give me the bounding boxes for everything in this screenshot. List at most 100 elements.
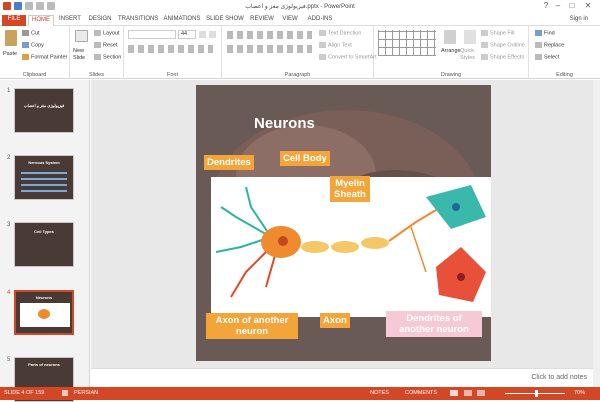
text-direction-icon bbox=[319, 30, 326, 36]
slide-thumbnail-1[interactable]: فيزيولوژی مغز و اعصاب bbox=[14, 88, 74, 133]
section-button[interactable]: Section bbox=[94, 54, 121, 60]
convert-smartart-button[interactable]: Convert to SmartArt bbox=[319, 54, 377, 60]
reset-icon bbox=[94, 42, 101, 48]
tab-file[interactable]: FILE bbox=[2, 15, 26, 26]
shape-fill-button[interactable]: Shape Fill bbox=[481, 30, 514, 36]
status-bar: SLIDE 4 OF 159 PERSIAN NOTES COMMENTS 70… bbox=[0, 387, 600, 400]
comments-toggle[interactable]: COMMENTS bbox=[405, 390, 437, 396]
paragraph-group: Text Direction Align Text Convert to Sma… bbox=[222, 26, 377, 79]
zoom-thumb[interactable] bbox=[535, 390, 538, 397]
notes-placeholder: Click to add notes bbox=[531, 374, 587, 381]
quick-styles-button[interactable]: Quick Styles bbox=[460, 48, 480, 62]
redo-icon[interactable] bbox=[36, 2, 44, 10]
undo-icon[interactable] bbox=[25, 2, 33, 10]
paste-button[interactable]: Paste bbox=[3, 51, 17, 57]
increase-font-icon[interactable] bbox=[199, 31, 206, 38]
spelling-icon[interactable] bbox=[62, 390, 68, 396]
current-slide[interactable]: Neurons Dendrites Cell Body Myelin Sheat… bbox=[196, 85, 491, 361]
paste-icon[interactable] bbox=[5, 30, 17, 46]
tab-insert[interactable]: INSERT bbox=[58, 15, 82, 26]
cut-button[interactable]: Cut bbox=[22, 30, 40, 36]
arrange-icon[interactable] bbox=[444, 30, 456, 44]
decrease-font-icon[interactable] bbox=[209, 31, 216, 38]
label-axon-another-neuron[interactable]: Axon of another neuron bbox=[206, 313, 298, 339]
align-buttons[interactable] bbox=[227, 45, 312, 53]
new-slide-icon[interactable] bbox=[75, 30, 88, 42]
slide-thumbnail-2[interactable]: Nervous System bbox=[14, 155, 74, 200]
replace-button[interactable]: Replace bbox=[535, 42, 564, 48]
brush-icon bbox=[22, 54, 29, 60]
select-label: Select bbox=[544, 54, 560, 61]
thumb-neuron bbox=[38, 309, 50, 319]
font-group: 44 Font bbox=[124, 26, 222, 79]
thumb-number: 1 bbox=[7, 88, 11, 94]
font-name-box[interactable] bbox=[128, 30, 176, 39]
sign-in-link[interactable]: Sign in bbox=[570, 16, 588, 22]
copy-button[interactable]: Copy bbox=[22, 42, 44, 48]
slides-group: New Slide Layout Reset Section Slides bbox=[70, 26, 124, 79]
start-slideshow-icon[interactable] bbox=[47, 2, 55, 10]
slide-thumbnail-3[interactable]: Cell Types bbox=[14, 222, 74, 267]
thumb-number: 5 bbox=[7, 357, 11, 363]
format-painter-button[interactable]: Format Painter bbox=[22, 54, 67, 60]
arrange-button[interactable]: Arrange bbox=[441, 48, 461, 54]
replace-icon bbox=[535, 42, 542, 48]
layout-button[interactable]: Layout bbox=[94, 30, 120, 36]
label-cell-body[interactable]: Cell Body bbox=[280, 151, 330, 166]
tab-transitions[interactable]: TRANSITIONS bbox=[118, 15, 158, 26]
label-dendrites-another-neuron[interactable]: Dendrites of another neuron bbox=[386, 311, 482, 337]
maximize-button[interactable]: □ bbox=[566, 1, 578, 11]
notes-pane[interactable]: Click to add notes bbox=[91, 368, 593, 387]
slide-thumbnail-4[interactable]: Neurons bbox=[14, 290, 74, 335]
quick-styles-icon[interactable] bbox=[464, 30, 476, 44]
copy-label: Copy bbox=[31, 42, 44, 49]
clipboard-group: Paste Cut Copy Format Painter Clipboard bbox=[0, 26, 70, 79]
notes-toggle[interactable]: NOTES bbox=[370, 390, 389, 396]
slide-sorter-icon[interactable] bbox=[463, 390, 472, 396]
tab-design[interactable]: DESIGN bbox=[86, 15, 114, 26]
section-label: Section bbox=[103, 54, 122, 61]
font-format-buttons[interactable] bbox=[128, 45, 213, 53]
normal-view-icon[interactable] bbox=[450, 390, 458, 396]
tab-view[interactable]: VIEW bbox=[279, 15, 301, 26]
section-icon bbox=[94, 54, 101, 60]
label-axon[interactable]: Axon bbox=[320, 313, 350, 328]
label-myelin-sheath[interactable]: Myelin Sheath bbox=[330, 176, 370, 202]
label-dendrites[interactable]: Dendrites bbox=[204, 155, 254, 170]
clipboard-label: Clipboard bbox=[22, 72, 47, 78]
minimize-button[interactable]: – bbox=[552, 1, 564, 11]
vertical-scrollbar[interactable] bbox=[593, 80, 600, 387]
thumb-content bbox=[21, 168, 67, 192]
align-text-icon bbox=[319, 42, 326, 48]
reading-view-icon[interactable] bbox=[477, 390, 486, 396]
reset-button[interactable]: Reset bbox=[94, 42, 117, 48]
tab-review[interactable]: REVIEW bbox=[248, 15, 276, 26]
help-icon[interactable]: ? bbox=[540, 1, 552, 11]
window-title: فيزيولوژی مغز و اعصاب.pptx - PowerPoint bbox=[245, 4, 355, 10]
save-icon[interactable] bbox=[14, 2, 22, 10]
text-direction-button[interactable]: Text Direction bbox=[319, 30, 361, 36]
tab-home[interactable]: HOME bbox=[28, 15, 54, 26]
tab-add-ins[interactable]: ADD-INS bbox=[305, 15, 335, 26]
ribbon-tabs: FILE HOME INSERT DESIGN TRANSITIONS ANIM… bbox=[0, 13, 600, 26]
tab-slide-show[interactable]: SLIDE SHOW bbox=[206, 15, 244, 26]
zoom-level[interactable]: 70% bbox=[574, 390, 585, 396]
font-size-box[interactable]: 44 bbox=[178, 30, 196, 39]
new-slide-button[interactable]: New Slide bbox=[73, 48, 91, 62]
drawing-label: Drawing bbox=[440, 72, 462, 78]
select-button[interactable]: Select bbox=[535, 54, 559, 60]
slide-title[interactable]: Neurons bbox=[254, 115, 315, 132]
language-indicator[interactable]: PERSIAN bbox=[74, 390, 98, 396]
list-buttons[interactable] bbox=[227, 31, 312, 39]
view-buttons[interactable] bbox=[450, 390, 500, 396]
shape-outline-button[interactable]: Shape Outline bbox=[481, 42, 525, 48]
text-direction-label: Text Direction bbox=[328, 30, 362, 37]
shape-effects-button[interactable]: Shape Effects bbox=[481, 54, 524, 60]
reset-label: Reset bbox=[103, 42, 118, 49]
ribbon: Paste Cut Copy Format Painter Clipboard … bbox=[0, 26, 600, 79]
shapes-gallery[interactable] bbox=[378, 30, 436, 56]
tab-animations[interactable]: ANIMATIONS bbox=[162, 15, 202, 26]
align-text-button[interactable]: Align Text bbox=[319, 42, 352, 48]
find-button[interactable]: Find bbox=[535, 30, 555, 36]
close-button[interactable]: ✕ bbox=[582, 1, 594, 11]
